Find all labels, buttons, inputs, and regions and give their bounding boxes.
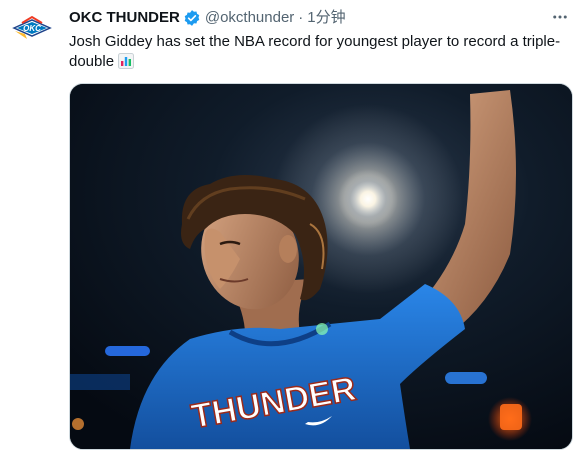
verified-badge-icon: [183, 9, 201, 27]
tweet[interactable]: OKC OKC THUNDER @okcthunder · 1分钟 Josh G…: [0, 0, 583, 455]
timestamp[interactable]: 1分钟: [307, 8, 345, 28]
tweet-body: Josh Giddey has set the NBA record for y…: [69, 33, 561, 70]
avatar[interactable]: OKC: [10, 6, 54, 50]
bar-chart-icon: [118, 53, 135, 69]
more-options-icon[interactable]: [549, 6, 571, 28]
separator-dot: ·: [298, 9, 304, 26]
tweet-text: Josh Giddey has set the NBA record for y…: [69, 32, 569, 72]
author-name[interactable]: OKC THUNDER: [69, 8, 180, 28]
okc-thunder-logo-icon: OKC: [12, 15, 52, 39]
svg-text:OKC: OKC: [23, 24, 41, 33]
tweet-photo[interactable]: THUNDER: [69, 83, 573, 450]
author-handle[interactable]: @okcthunder: [205, 8, 294, 28]
tweet-header: OKC THUNDER @okcthunder · 1分钟: [69, 8, 543, 28]
